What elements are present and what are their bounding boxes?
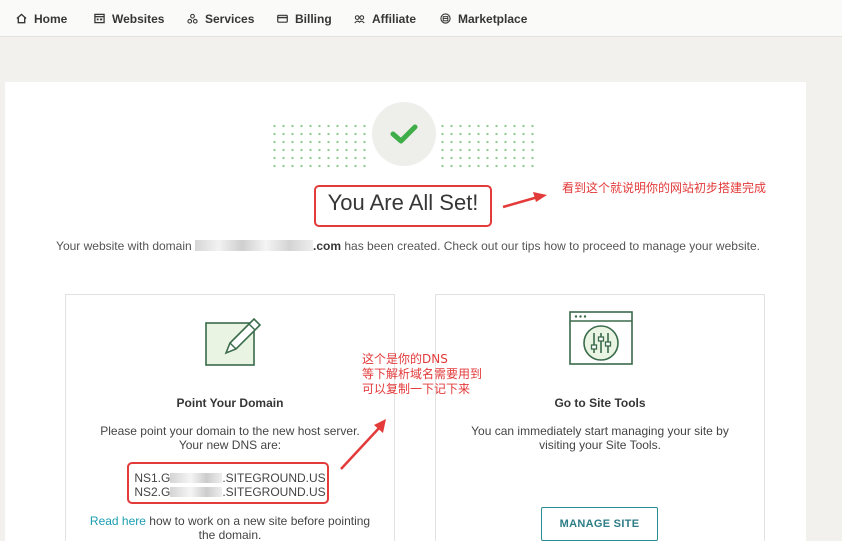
websites-icon [94,13,105,24]
nav-affiliate[interactable]: Affiliate [354,0,416,37]
annotation-box-dns [127,462,329,504]
annotation-title-note: 看到这个就说明你的网站初步搭建完成 [562,181,767,195]
blurred-domain [195,240,314,251]
annotation-dns-note: 这个是你的DNS 等下解析域名需要用到 可以复制一下记下来 [362,352,482,397]
decorative-dots-left [270,122,370,172]
nav-websites-label: Websites [112,11,165,26]
annotation-box-title [314,185,492,227]
annotation-dns-line-3: 可以复制一下记下来 [362,382,471,396]
nav-billing[interactable]: Billing [277,0,332,37]
site-tools-panel: Go to Site Tools You can immediately sta… [435,294,765,541]
read-here-text: Read here how to work on a new site befo… [66,514,394,541]
nav-marketplace-label: Marketplace [458,11,528,26]
read-here-rest: how to work on a new site before pointin… [145,514,371,541]
nav-home-label: Home [34,11,68,26]
point-domain-text-1: Please point your domain to the new host… [100,424,360,438]
success-description: Your website with domain .com has been c… [40,237,776,256]
affiliate-icon [354,15,365,24]
nav-marketplace[interactable]: Marketplace [440,0,527,37]
edit-icon [205,317,262,366]
point-domain-title: Point Your Domain [176,396,284,410]
nav-websites[interactable]: Websites [94,0,164,37]
desc-text-after: has been created. Check out our tips how… [341,239,760,253]
services-icon [187,13,198,24]
check-icon [390,124,418,144]
annotation-dns-line-2: 等下解析域名需要用到 [362,367,483,381]
nav-home[interactable]: Home [16,0,67,37]
desc-domain-suffix: .com [313,239,342,253]
billing-icon [277,14,288,23]
nav-services[interactable]: Services [187,0,254,37]
site-tools-icon [569,311,633,365]
site-tools-text: You can immediately start managing your … [471,424,729,452]
manage-site-button[interactable]: MANAGE SITE [541,507,658,541]
point-domain-text-2: Your new DNS are: [178,438,282,452]
read-here-link[interactable]: Read here [90,514,146,528]
home-icon [16,13,27,24]
site-tools-title: Go to Site Tools [554,396,646,410]
success-badge [372,102,436,166]
desc-text-before: Your website with domain [56,239,196,253]
nav-billing-label: Billing [295,11,332,26]
top-navigation: Home Websites Services Billing Affiliate… [0,0,842,37]
nav-services-label: Services [205,11,255,26]
nav-affiliate-label: Affiliate [372,11,417,26]
decorative-dots-right [438,122,538,172]
marketplace-icon [440,13,451,24]
annotation-dns-line-1: 这个是你的DNS [362,352,448,366]
